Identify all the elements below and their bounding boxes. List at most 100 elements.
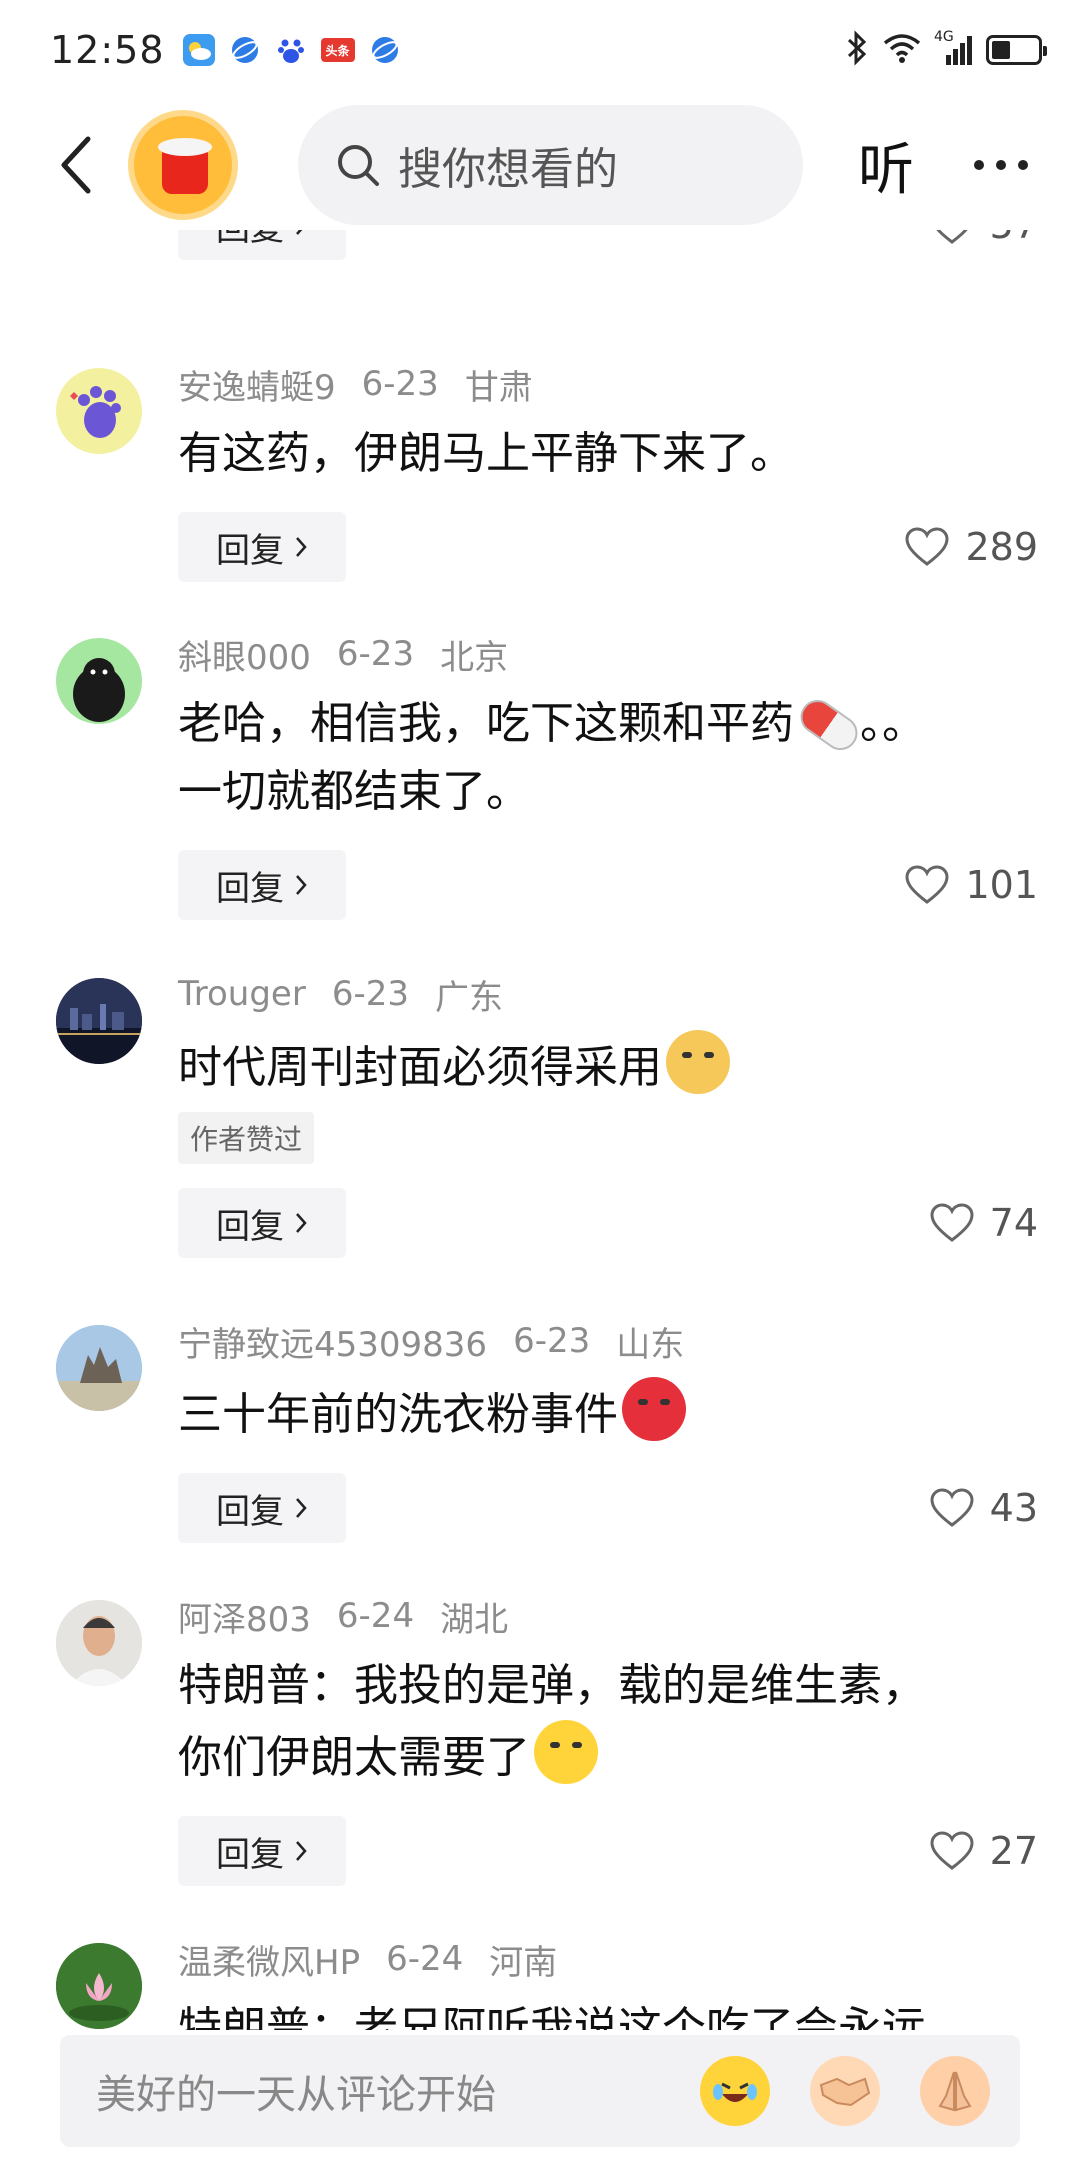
person-avatar-icon xyxy=(56,1600,142,1686)
dot-icon xyxy=(996,160,1006,170)
comment-text-line: 老哈，相信我，吃下这颗和平药 xyxy=(178,698,794,749)
heart-icon xyxy=(930,1488,974,1527)
can-lid-graphic xyxy=(158,138,212,156)
comment-location: 广东 xyxy=(435,977,504,1018)
doge-emoji-icon xyxy=(666,1030,730,1094)
handshake-icon xyxy=(819,2077,871,2107)
comment-location: 河南 xyxy=(489,1942,558,1983)
like-button[interactable]: 101 xyxy=(905,863,1038,907)
browser-app-icon-2 xyxy=(369,34,401,66)
comment-input-placeholder[interactable]: 美好的一天从评论开始 xyxy=(96,2062,660,2120)
comment-text-line-2: 你们伊朗太需要了 xyxy=(178,1732,530,1783)
comment-actions: 回复 74 xyxy=(178,1188,1038,1258)
comment-text-tail: 。。 xyxy=(860,698,926,749)
comment-date: 6-23 xyxy=(331,974,410,1014)
like-button[interactable]: 43 xyxy=(930,1486,1038,1530)
reply-label: 回复 xyxy=(216,1206,284,1247)
username[interactable]: Trouger xyxy=(178,974,306,1014)
reply-label: 回复 xyxy=(216,530,284,571)
user-avatar[interactable] xyxy=(56,638,142,724)
wifi-icon xyxy=(882,31,922,69)
user-avatar[interactable] xyxy=(56,1600,142,1686)
comment-input-bar[interactable]: 美好的一天从评论开始 xyxy=(60,2035,1020,2147)
chevron-right-icon xyxy=(296,1841,307,1861)
like-button[interactable]: 289 xyxy=(905,525,1038,569)
blob-avatar-icon xyxy=(73,658,125,722)
praying-hands-emoji-button[interactable] xyxy=(920,2056,990,2126)
chevron-right-icon xyxy=(296,1498,307,1518)
comment-text: 三十年前的洗衣粉事件 xyxy=(178,1377,1038,1449)
top-nav: 搜你想看的 听 xyxy=(0,100,1080,230)
listen-button[interactable]: 听 xyxy=(858,125,914,206)
pill-emoji-icon xyxy=(793,693,865,757)
angry-emoji-icon xyxy=(622,1377,686,1441)
dot-icon xyxy=(974,160,984,170)
comment-actions: 回复 43 xyxy=(178,1473,1038,1543)
comment-text-line: 特朗普：老兄阿听我说这个吃了会永远 xyxy=(178,2003,926,2030)
comment-location: 湖北 xyxy=(440,1599,509,1640)
user-avatar[interactable] xyxy=(56,1325,142,1411)
user-avatar[interactable] xyxy=(56,978,142,1064)
laughing-crying-emoji-icon xyxy=(534,1720,598,1784)
comment-actions: 回复 101 xyxy=(178,850,1038,920)
username[interactable]: 温柔微风HP xyxy=(178,1935,360,1984)
username[interactable]: 斜眼000 xyxy=(178,630,311,679)
comment-body: 安逸蜻蜓9 6-23 甘肃 有这药，伊朗马上平静下来了。 回复 289 xyxy=(178,362,1038,582)
heart-icon xyxy=(930,1831,974,1870)
comment-text: 有这药，伊朗马上平静下来了。 xyxy=(178,420,1038,488)
notification-icons: 头条 xyxy=(182,34,401,66)
toutiao-app-icon: 头条 xyxy=(320,38,355,62)
like-count: 101 xyxy=(965,863,1038,907)
like-button[interactable]: 74 xyxy=(930,1201,1038,1245)
comment-text-line-2: 一切就都结束了。 xyxy=(178,766,530,817)
comment-location: 甘肃 xyxy=(464,367,533,408)
comment-actions: 回复 27 xyxy=(178,1816,1038,1886)
comment-list[interactable]: 回复 57 安逸蜻蜓9 6-23 甘肃 有这药，伊朗马上平静下来了。 回复 xyxy=(0,210,1080,2030)
heart-icon xyxy=(930,1203,974,1242)
like-count: 74 xyxy=(989,1201,1038,1245)
can-graphic xyxy=(162,150,208,194)
comment-location: 北京 xyxy=(440,637,509,678)
comment-body: Trouger 6-23 广东 时代周刊封面必须得采用 作者赞过 回复 74 xyxy=(178,972,1038,1258)
heart-icon xyxy=(905,865,949,904)
like-button[interactable]: 27 xyxy=(930,1829,1038,1873)
account-avatar[interactable] xyxy=(128,110,238,220)
handshake-emoji-button[interactable] xyxy=(810,2056,880,2126)
reply-button[interactable]: 回复 xyxy=(178,850,346,920)
reply-button[interactable]: 回复 xyxy=(178,1188,346,1258)
username[interactable]: 阿泽803 xyxy=(178,1592,311,1641)
dot-icon xyxy=(1018,160,1028,170)
chevron-right-icon xyxy=(296,1213,307,1233)
user-avatar[interactable] xyxy=(56,1943,142,2029)
reply-button[interactable]: 回复 xyxy=(178,1473,346,1543)
like-count: 27 xyxy=(989,1829,1038,1873)
comment-text: 特朗普：老兄阿听我说这个吃了会永远 xyxy=(178,1995,1038,2030)
heart-icon xyxy=(905,527,949,566)
user-avatar[interactable] xyxy=(56,368,142,454)
laughing-emoji-button[interactable] xyxy=(700,2056,770,2126)
comment-body: 温柔微风HP 6-24 河南 特朗普：老兄阿听我说这个吃了会永远 xyxy=(178,1937,1038,2030)
comment-meta: Trouger 6-23 广东 xyxy=(178,972,1038,1018)
search-box[interactable]: 搜你想看的 xyxy=(298,105,803,225)
reply-button[interactable]: 回复 xyxy=(178,1816,346,1886)
weather-app-icon xyxy=(182,34,215,66)
username[interactable]: 宁静致远45309836 xyxy=(178,1317,487,1366)
bluetooth-icon xyxy=(844,30,870,70)
comment-date: 6-24 xyxy=(386,1939,464,1979)
username[interactable]: 安逸蜻蜓9 xyxy=(178,360,336,409)
reply-label: 回复 xyxy=(216,1834,284,1875)
chevron-right-icon xyxy=(296,537,307,557)
comment-date: 6-23 xyxy=(513,1321,591,1361)
landscape-avatar-icon xyxy=(56,1325,142,1411)
baidu-app-icon xyxy=(275,34,307,66)
comment-meta: 温柔微风HP 6-24 河南 xyxy=(178,1935,1038,1984)
more-options-button[interactable] xyxy=(974,160,1028,170)
reply-button[interactable]: 回复 xyxy=(178,512,346,582)
like-count: 43 xyxy=(989,1486,1038,1530)
comment-date: 6-24 xyxy=(336,1596,415,1636)
comment-text-line: 特朗普：我投的是弹，载的是维生素， xyxy=(178,1660,926,1711)
back-button[interactable] xyxy=(50,130,100,200)
status-time: 12:58 xyxy=(50,28,165,72)
like-count: 289 xyxy=(965,525,1038,569)
comment-meta: 阿泽803 6-24 湖北 xyxy=(178,1592,1038,1641)
